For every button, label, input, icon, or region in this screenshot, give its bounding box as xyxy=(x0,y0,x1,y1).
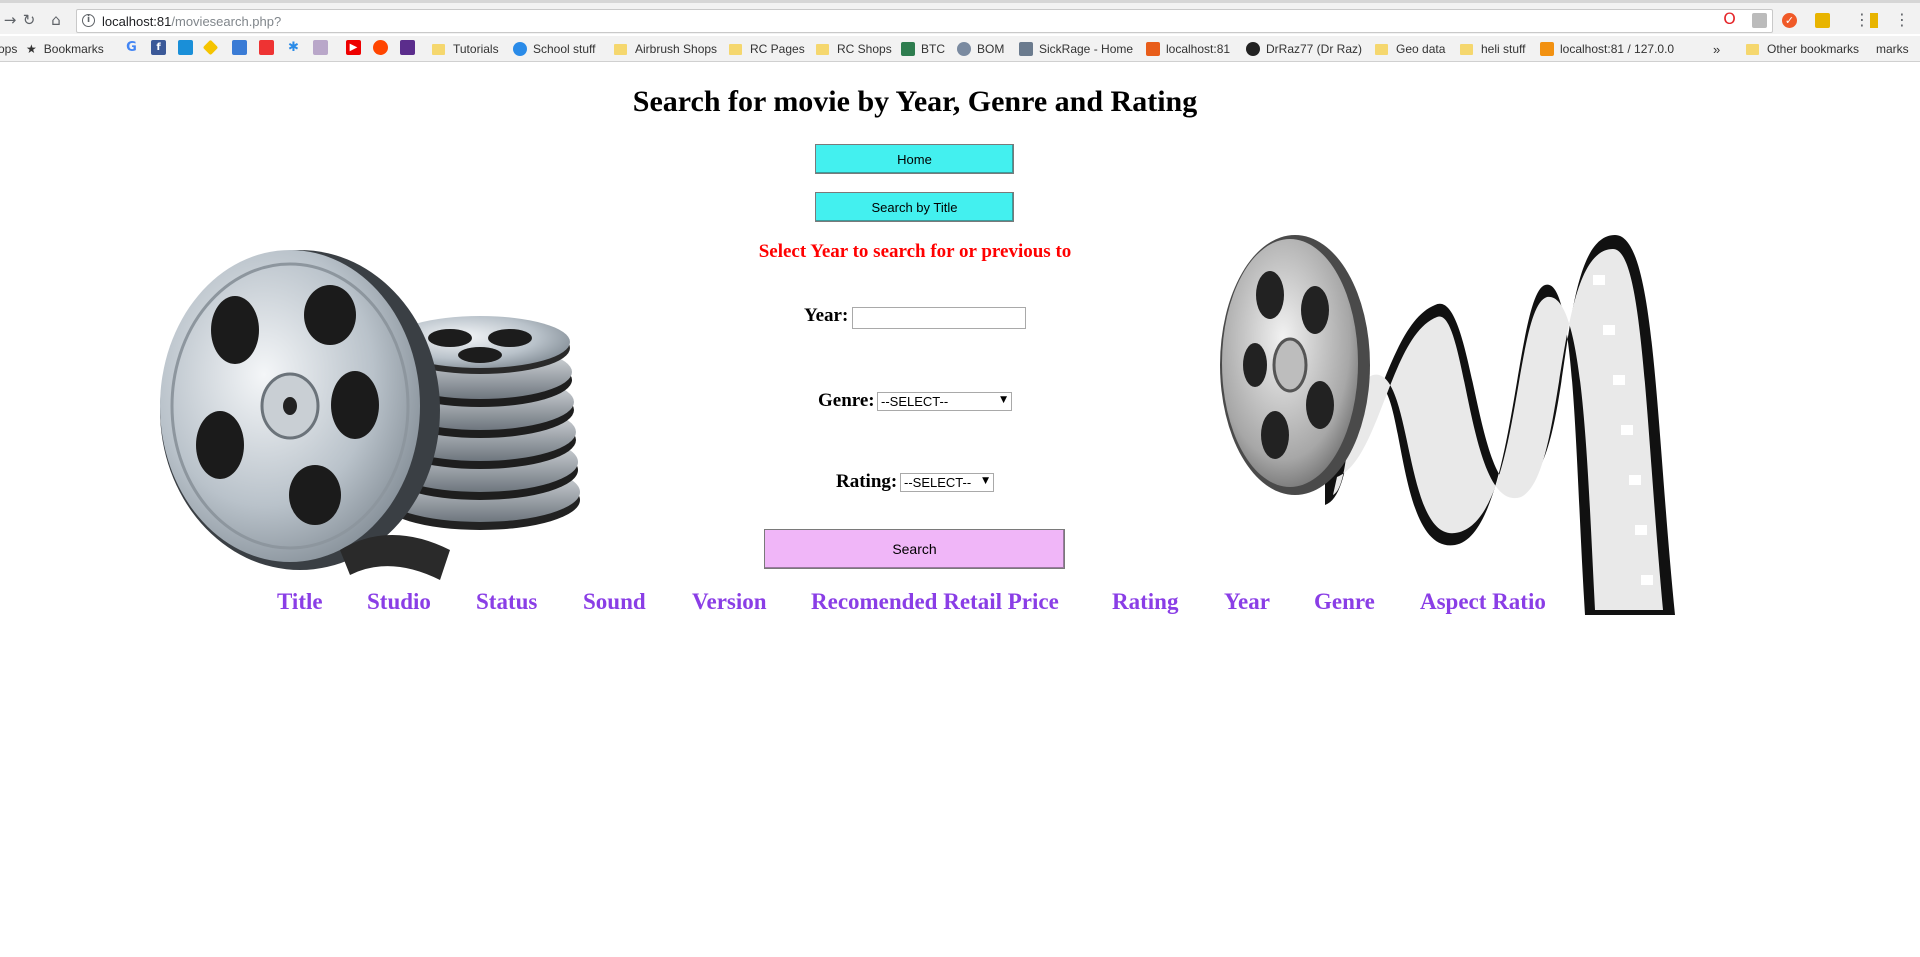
extension-icon[interactable] xyxy=(1815,13,1830,28)
rating-label: Rating: xyxy=(836,471,898,492)
bookmark-heli-stuff[interactable]: heli stuff xyxy=(1460,40,1525,58)
site-icon[interactable] xyxy=(178,40,193,55)
address-bar[interactable]: i localhost:81/moviesearch.php? ☆ xyxy=(76,9,1773,33)
bookmark-marks[interactable]: marks xyxy=(1876,40,1909,58)
bookmark-localhost[interactable]: localhost:81 xyxy=(1146,40,1230,58)
bookmark-drraz77[interactable]: DrRaz77 (Dr Raz) xyxy=(1246,40,1362,58)
column-status: Status xyxy=(476,589,538,614)
column-year: Year xyxy=(1224,589,1270,614)
site-icon xyxy=(1019,42,1033,56)
site-icon xyxy=(901,42,915,56)
rating-select[interactable]: --SELECT-- ▼ xyxy=(900,473,994,492)
site-icon[interactable] xyxy=(259,40,274,55)
column-genre: Genre xyxy=(1314,589,1375,614)
film-strip-image xyxy=(1220,235,1675,615)
bookmark-bom[interactable]: BOM xyxy=(957,40,1004,58)
folder-icon xyxy=(729,43,742,55)
site-icon[interactable] xyxy=(232,40,247,55)
bookmark-tutorials[interactable]: Tutorials xyxy=(432,40,499,58)
info-icon[interactable]: i xyxy=(82,14,95,27)
bookmark-airbrush-shops[interactable]: Airbrush Shops xyxy=(614,40,717,58)
extension-icon[interactable] xyxy=(1752,13,1767,28)
github-icon xyxy=(1246,42,1260,56)
dropdown-arrow-icon: ▼ xyxy=(1000,395,1007,405)
browser-toolbar: → ↻ ⌂ i localhost:81/moviesearch.php? ☆ … xyxy=(0,3,1920,34)
genre-label: Genre: xyxy=(818,390,875,411)
home-icon[interactable]: ⌂ xyxy=(46,10,66,30)
search-by-title-button[interactable]: Search by Title xyxy=(815,192,1014,222)
genre-selected: --SELECT-- xyxy=(881,394,949,409)
site-icon xyxy=(513,42,527,56)
film-reels-image xyxy=(160,250,580,580)
menu-icon[interactable]: ⋮ xyxy=(1894,10,1910,29)
column-version: Version xyxy=(692,589,767,614)
genre-select[interactable]: --SELECT-- ▼ xyxy=(877,392,1012,411)
folder-icon xyxy=(1746,43,1759,55)
column-rating: Rating xyxy=(1112,589,1179,614)
site-icon[interactable] xyxy=(313,40,328,55)
bookmark-rc-pages[interactable]: RC Pages xyxy=(729,40,805,58)
folder-icon xyxy=(816,43,829,55)
bookmark-btc[interactable]: BTC xyxy=(901,40,945,58)
site-icon xyxy=(957,42,971,56)
site-icon[interactable]: ✱ xyxy=(286,40,301,55)
reddit-icon[interactable] xyxy=(373,40,388,55)
bookmark-geo-data[interactable]: Geo data xyxy=(1375,40,1445,58)
bookmark-bookmarks[interactable]: ★ Bookmarks xyxy=(26,40,104,58)
folder-icon xyxy=(432,43,445,55)
google-icon[interactable]: G xyxy=(124,40,139,55)
year-input[interactable] xyxy=(852,307,1026,329)
youtube-icon[interactable]: ▶ xyxy=(346,40,361,55)
bookmark-rc-shops[interactable]: RC Shops xyxy=(816,40,892,58)
rating-selected: --SELECT-- xyxy=(904,475,972,490)
extension-icon[interactable] xyxy=(1870,13,1878,28)
extension-icon[interactable]: ✓ xyxy=(1782,13,1797,28)
dropdown-arrow-icon: ▼ xyxy=(982,476,989,486)
column-sound: Sound xyxy=(583,589,646,614)
bookmark-other-bookmarks[interactable]: Other bookmarks xyxy=(1746,40,1859,58)
column-aspect-ratio: Aspect Ratio xyxy=(1420,589,1546,614)
site-icon[interactable] xyxy=(400,40,415,55)
bookmark-phpmyadmin[interactable]: localhost:81 / 127.0.0 xyxy=(1540,40,1674,58)
folder-icon xyxy=(1460,43,1473,55)
opera-icon[interactable]: O xyxy=(1722,9,1737,28)
year-label: Year: xyxy=(804,305,849,326)
bookmark-apps[interactable]: ops xyxy=(0,40,17,58)
xampp-icon xyxy=(1146,42,1160,56)
phpmyadmin-icon xyxy=(1540,42,1554,56)
facebook-icon[interactable]: f xyxy=(151,40,166,55)
bookmark-sickrage[interactable]: SickRage - Home xyxy=(1019,40,1133,58)
column-title: Title xyxy=(277,589,323,614)
home-button[interactable]: Home xyxy=(815,144,1014,174)
folder-icon xyxy=(614,43,627,55)
bookmark-school-stuff[interactable]: School stuff xyxy=(513,40,595,58)
page-title: Search for movie by Year, Genre and Rati… xyxy=(632,85,1198,118)
column-studio: Studio xyxy=(367,589,431,614)
search-button[interactable]: Search xyxy=(764,529,1065,569)
back-icon[interactable]: → xyxy=(0,10,20,30)
folder-icon xyxy=(1375,43,1388,55)
bookmarks-overflow[interactable]: » xyxy=(1713,40,1720,58)
column-rrp: Recomended Retail Price xyxy=(811,589,1059,614)
reload-icon[interactable]: ↻ xyxy=(19,10,39,30)
star-icon: ★ xyxy=(26,42,37,56)
url-text: localhost:81/moviesearch.php? xyxy=(102,14,282,29)
more-icon[interactable]: ⋮ xyxy=(1854,10,1870,29)
